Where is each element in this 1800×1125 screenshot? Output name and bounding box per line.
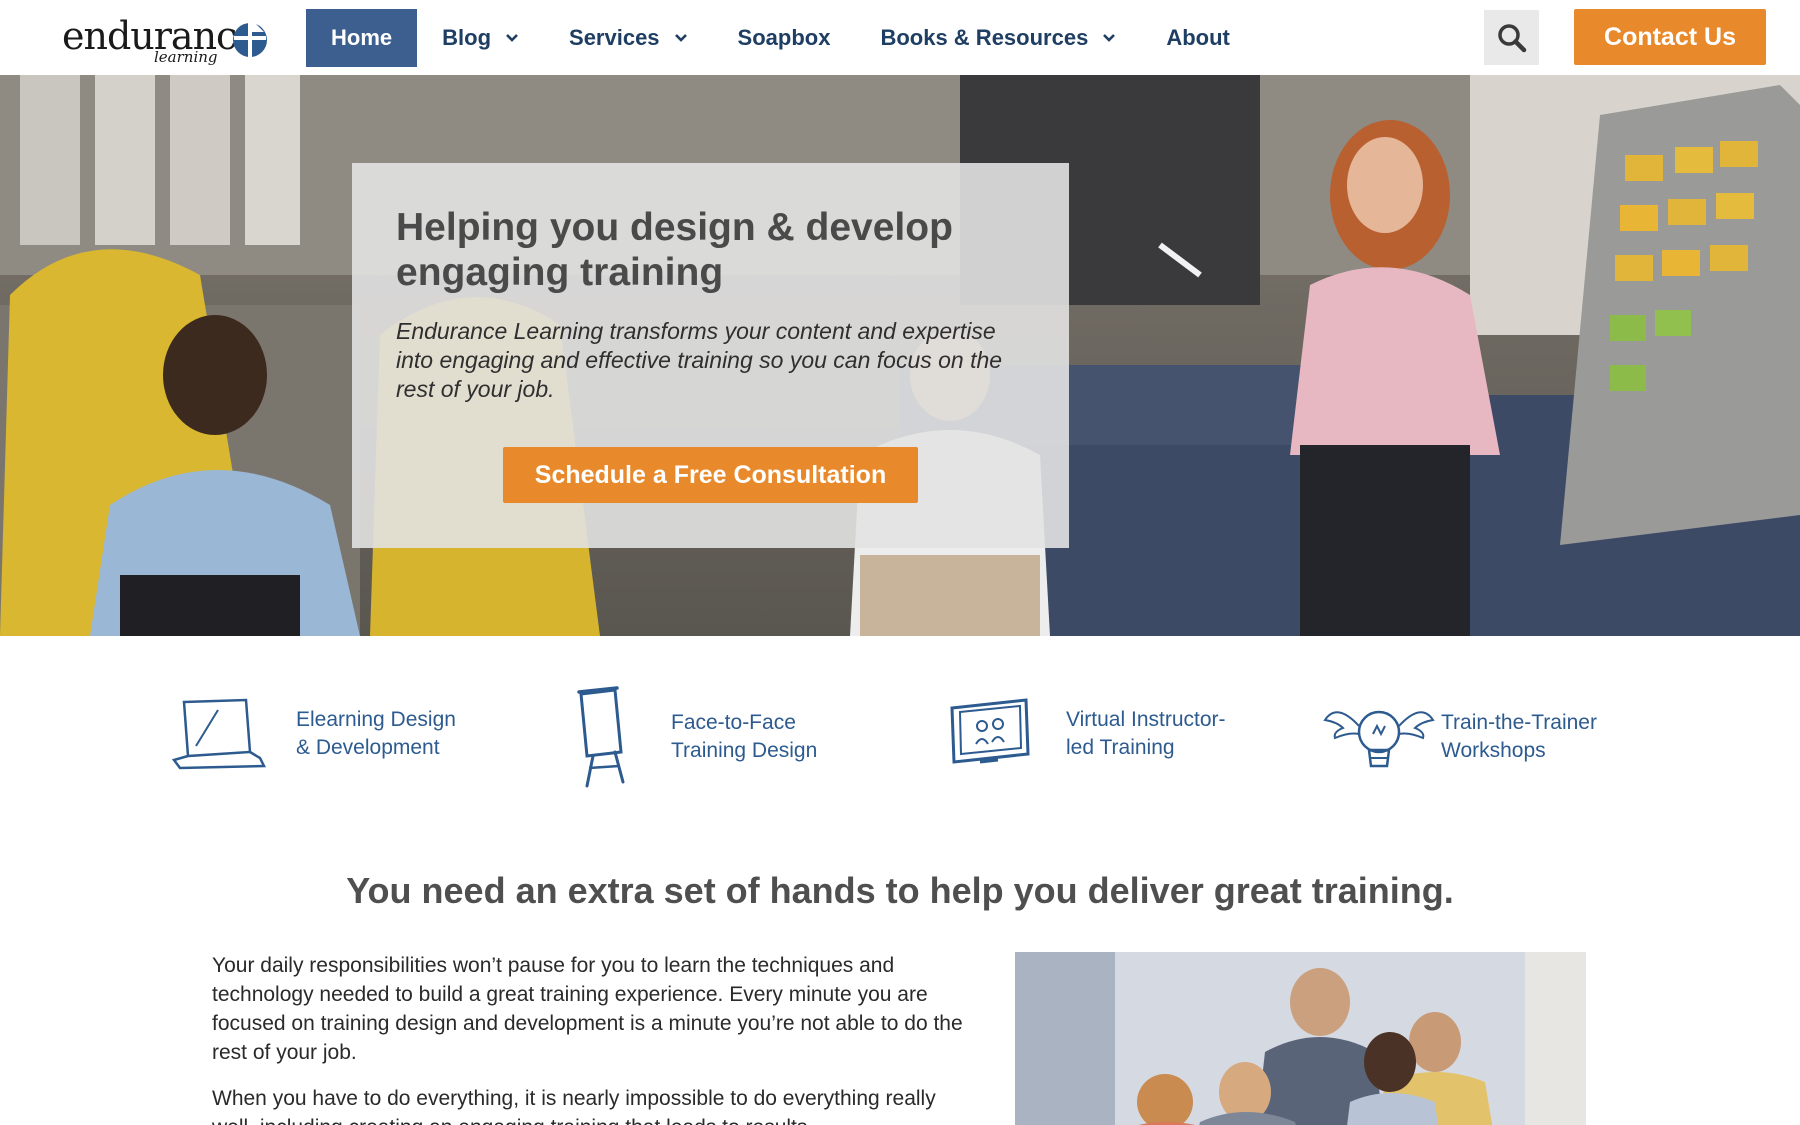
service-label: Virtual Instructor- led Training	[1066, 708, 1226, 759]
logo-tagline: learning	[154, 48, 218, 66]
hero-card: Helping you design & develop engaging tr…	[352, 163, 1069, 548]
nav-item-label: Soapbox	[737, 25, 831, 50]
hero-banner: Helping you design & develop engaging tr…	[0, 75, 1800, 636]
section-heading: You need an extra set of hands to help y…	[346, 870, 1454, 911]
site-logo[interactable]: endurance learning	[62, 8, 272, 72]
nav-item-services[interactable]: Services	[544, 9, 713, 67]
service-label: Face-to-Face Training Design	[671, 711, 818, 762]
service-label: Train-the-Trainer Workshops	[1441, 711, 1597, 762]
nav-item-label: About	[1166, 25, 1230, 50]
paragraph: Your daily responsibilities won’t pause …	[212, 954, 963, 1064]
paragraph: When you have to do everything, it is ne…	[212, 1087, 936, 1125]
intro-text: Your daily responsibilities won’t pause …	[212, 951, 972, 1125]
monitor-icon	[950, 698, 1030, 764]
nav-item-label: Services	[569, 25, 660, 50]
laptop-icon	[171, 698, 266, 770]
search-icon	[1497, 23, 1526, 52]
logo-mark-icon	[233, 14, 267, 58]
nav-item-home[interactable]: Home	[306, 9, 418, 67]
search-button[interactable]	[1484, 10, 1539, 65]
main-nav: Home Blog Services Soapbox Books & Resou…	[306, 9, 1255, 67]
chevron-down-icon	[674, 33, 688, 43]
team-photo	[1015, 952, 1586, 1125]
schedule-consultation-button[interactable]: Schedule a Free Consultation	[503, 447, 918, 503]
service-face-to-face[interactable]: Face-to-Face Training Design	[575, 686, 817, 788]
nav-item-label: Blog	[442, 25, 492, 50]
contact-us-button[interactable]: Contact Us	[1574, 9, 1766, 65]
service-label: Elearning Design & Development	[296, 708, 456, 759]
nav-item-label: Books & Resources	[880, 25, 1089, 50]
service-train-the-trainer[interactable]: Train-the-Trainer Workshops	[1323, 698, 1597, 776]
nav-item-blog[interactable]: Blog	[417, 9, 544, 67]
nav-item-about[interactable]: About	[1141, 9, 1255, 67]
lightbulb-wings-icon	[1323, 710, 1435, 768]
nav-item-soapbox[interactable]: Soapbox	[713, 9, 856, 67]
chevron-down-icon	[505, 33, 519, 43]
services-row: Elearning Design & Development Face-to-F…	[0, 636, 1800, 811]
service-elearning[interactable]: Elearning Design & Development	[170, 696, 456, 772]
hero-title: Helping you design & develop engaging tr…	[396, 206, 953, 294]
chevron-down-icon	[1102, 33, 1116, 43]
team-photo-image	[1015, 952, 1586, 1125]
nav-item-books-resources[interactable]: Books & Resources	[855, 9, 1141, 67]
hero-subtitle: Endurance Learning transforms your conte…	[396, 318, 1003, 402]
service-virtual-instructor-led[interactable]: Virtual Instructor- led Training	[948, 696, 1226, 772]
easel-icon	[577, 686, 625, 788]
site-header: endurance learning Home Blog Services So…	[0, 0, 1800, 75]
nav-item-label: Home	[331, 25, 393, 50]
